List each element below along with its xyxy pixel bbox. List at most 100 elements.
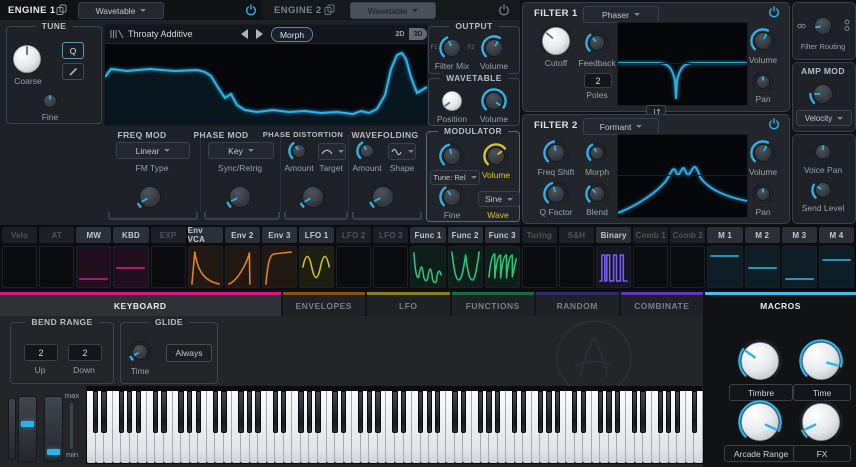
view-2d-button[interactable]: 2D xyxy=(391,28,409,40)
piano-black-key[interactable] xyxy=(598,391,603,433)
tab-macros[interactable]: MACROS xyxy=(705,292,856,316)
piano-black-key[interactable] xyxy=(495,391,500,433)
tab-combinate[interactable]: COMBINATE xyxy=(621,292,704,316)
modulator-tune-dropdown[interactable]: Tune: Rel xyxy=(430,170,480,185)
mod-source-tab-func-3[interactable]: Func 3 xyxy=(485,227,520,243)
amp-mod-knob[interactable] xyxy=(809,80,837,113)
mod-source-thumb-env-3[interactable] xyxy=(262,246,297,288)
mod-source-tab-velo[interactable]: Velo xyxy=(2,227,37,243)
view-toggle[interactable]: 2D 3D xyxy=(391,28,427,40)
mod-source-tab-m-4[interactable]: M 4 xyxy=(819,227,854,243)
phase-mod-amount-knob[interactable] xyxy=(225,182,255,217)
piano-black-key[interactable] xyxy=(358,391,363,433)
tab-random[interactable]: RANDOM xyxy=(536,292,619,316)
mod-slider-1[interactable] xyxy=(18,396,37,462)
mod-source-thumb-lfo-2[interactable] xyxy=(336,246,371,288)
glide-always-button[interactable]: Always xyxy=(166,344,212,362)
mod-source-thumb-turing[interactable] xyxy=(522,246,557,288)
filter1-power-icon[interactable] xyxy=(768,6,780,18)
tab-lfo[interactable]: LFO xyxy=(367,292,450,316)
range-indicator[interactable] xyxy=(70,403,73,449)
macro-arcade-range-knob[interactable] xyxy=(738,400,782,449)
mod-source-tab-at[interactable]: AT xyxy=(39,227,74,243)
filter2-pan-knob[interactable] xyxy=(752,183,774,210)
piano-black-key[interactable] xyxy=(332,391,337,433)
wavefolding-knob[interactable] xyxy=(368,182,398,217)
mod-source-tab-lfo-1[interactable]: LFO 1 xyxy=(299,227,334,243)
filter1-display[interactable] xyxy=(617,22,748,106)
phase-distortion-target-dropdown[interactable] xyxy=(318,143,346,160)
piano-black-key[interactable] xyxy=(153,391,158,433)
amp-mod-source-dropdown[interactable]: Velocity xyxy=(796,110,852,126)
phase-distortion-knob[interactable] xyxy=(298,182,328,217)
sync-retrig-dropdown[interactable]: Key xyxy=(208,142,274,159)
piano-black-key[interactable] xyxy=(675,391,680,433)
mod-source-thumb-lfo-3[interactable] xyxy=(373,246,408,288)
piano-black-key[interactable] xyxy=(255,391,260,433)
mod-source-thumb-lfo-1[interactable] xyxy=(299,246,334,288)
mod-source-thumb-at[interactable] xyxy=(39,246,74,288)
mod-source-tab-s-h[interactable]: S&H xyxy=(559,227,594,243)
piano-black-key[interactable] xyxy=(658,391,663,433)
glide-time-knob[interactable] xyxy=(128,340,152,369)
mod-source-tab-comb-2[interactable]: Comb 2 xyxy=(670,227,705,243)
mod-source-thumb-mw[interactable] xyxy=(76,246,111,288)
piano-black-key[interactable] xyxy=(435,391,440,433)
wavetable-name[interactable]: Throaty Additive xyxy=(128,29,193,39)
feedback-knob[interactable] xyxy=(585,31,609,60)
mod-source-thumb-func-2[interactable] xyxy=(448,246,483,288)
mod-source-thumb-func-1[interactable] xyxy=(410,246,445,288)
piano-black-key[interactable] xyxy=(238,391,243,433)
piano-black-key[interactable] xyxy=(196,391,201,433)
mod-source-thumb-func-3[interactable] xyxy=(485,246,520,288)
mod-source-thumb-comb-2[interactable] xyxy=(670,246,705,288)
piano-black-key[interactable] xyxy=(486,391,491,433)
mod-source-tab-env-2[interactable]: Env 2 xyxy=(225,227,260,243)
mod-source-thumb-env-vca[interactable] xyxy=(188,246,223,288)
engine1-type-dropdown[interactable]: Wavetable xyxy=(78,2,164,19)
piano-black-key[interactable] xyxy=(127,391,132,433)
mod-source-thumb-binary[interactable] xyxy=(596,246,631,288)
piano-black-key[interactable] xyxy=(375,391,380,433)
piano-black-key[interactable] xyxy=(341,391,346,433)
piano-black-key[interactable] xyxy=(615,391,620,433)
mod-source-tab-lfo-2[interactable]: LFO 2 xyxy=(336,227,371,243)
tab-keyboard[interactable]: KEYBOARD xyxy=(0,292,281,316)
piano-keyboard[interactable] xyxy=(86,390,704,464)
engine2-header[interactable]: ENGINE 2 Wavetable xyxy=(262,0,520,20)
poles-value[interactable]: 2 xyxy=(584,73,612,88)
piano-black-key[interactable] xyxy=(101,391,106,433)
fm-type-dropdown[interactable]: Linear xyxy=(116,142,190,159)
mod-source-tab-binary[interactable]: Binary xyxy=(596,227,631,243)
piano-black-key[interactable] xyxy=(418,391,423,433)
mod-source-tab-env-3[interactable]: Env 3 xyxy=(262,227,297,243)
piano-black-key[interactable] xyxy=(666,391,671,433)
mod-source-tab-lfo-3[interactable]: LFO 3 xyxy=(373,227,408,243)
morph-knob[interactable] xyxy=(586,142,608,169)
piano-black-key[interactable] xyxy=(315,391,320,433)
mod-source-thumb-m-3[interactable] xyxy=(782,246,817,288)
wavefolding-shape-dropdown[interactable] xyxy=(388,143,416,160)
engine2-power-icon[interactable] xyxy=(498,4,510,16)
piano-black-key[interactable] xyxy=(187,391,192,433)
bend-down-value[interactable]: 2 xyxy=(68,344,102,361)
mod-source-tab-m-3[interactable]: M 3 xyxy=(782,227,817,243)
piano-black-key[interactable] xyxy=(401,391,406,433)
wavetable-display[interactable]: Throaty Additive Morph 2D 3D xyxy=(104,24,428,126)
piano-black-key[interactable] xyxy=(546,391,551,433)
filter-routing-knob[interactable] xyxy=(810,13,836,44)
piano-black-key[interactable] xyxy=(640,391,645,433)
mod-source-tab-m-1[interactable]: M 1 xyxy=(707,227,742,243)
piano-black-key[interactable] xyxy=(307,391,312,433)
piano-black-key[interactable] xyxy=(93,391,98,433)
piano-black-key[interactable] xyxy=(572,391,577,433)
quantize-button[interactable]: Q xyxy=(62,42,84,59)
copy-icon[interactable] xyxy=(56,4,67,16)
macro-time-knob[interactable] xyxy=(799,339,843,388)
piano-black-key[interactable] xyxy=(221,391,226,433)
mod-source-tab-m-2[interactable]: M 2 xyxy=(745,227,780,243)
engine1-title[interactable]: ENGINE 1 xyxy=(8,5,56,16)
piano-black-key[interactable] xyxy=(521,391,526,433)
mod-source-thumb-kbd[interactable] xyxy=(113,246,148,288)
mod-source-thumb-exp[interactable] xyxy=(151,246,186,288)
